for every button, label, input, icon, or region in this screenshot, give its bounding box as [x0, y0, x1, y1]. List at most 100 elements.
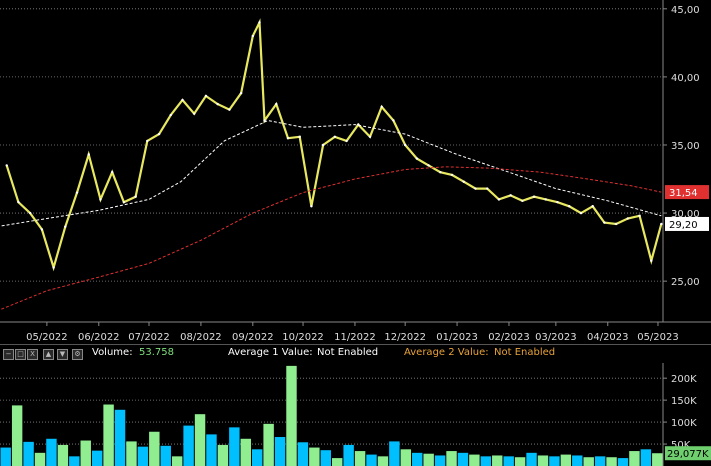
volume-bar [412, 452, 423, 466]
price-point [251, 34, 255, 38]
volume-bar [80, 440, 91, 466]
price-point [544, 198, 548, 201]
volume-bar [354, 451, 366, 466]
price-point [568, 205, 571, 208]
price-point [228, 108, 231, 111]
volume-bar [640, 449, 652, 466]
volume-bar [297, 442, 309, 466]
date-tick-label: 01/2023 [436, 332, 478, 343]
price-point [5, 164, 8, 167]
date-tick-label: 11/2022 [334, 332, 376, 343]
price-point [286, 136, 290, 140]
volume-bar [446, 451, 457, 466]
volume-bar [492, 455, 503, 466]
price-point [64, 225, 67, 228]
volume-bar [229, 427, 240, 466]
price-point [579, 211, 583, 215]
volume-label: Volume: [92, 347, 133, 358]
price-tick-label: 35,00 [671, 141, 700, 152]
date-tick-label: 09/2022 [232, 332, 274, 343]
volume-bar [343, 444, 354, 466]
date-tick-label: 05/2023 [637, 332, 679, 343]
date-tick-label: 08/2022 [180, 332, 222, 343]
price-point [181, 98, 184, 102]
price-point [298, 135, 301, 139]
volume-bar [34, 452, 46, 466]
price-point [275, 102, 278, 106]
price-point [556, 200, 559, 204]
price-point [660, 222, 663, 226]
average-2-label: Average 2 Value: [404, 347, 489, 358]
close-panel-button[interactable]: X [27, 349, 38, 360]
price-point [134, 195, 137, 198]
date-tick-label: 07/2022 [128, 332, 170, 343]
volume-bar [137, 446, 149, 466]
average-1-value: Not Enabled [317, 347, 379, 358]
volume-bar [11, 405, 23, 466]
price-point [439, 171, 442, 174]
volume-bar [389, 441, 400, 466]
price-point [614, 222, 618, 226]
date-tick-label: 06/2022 [78, 332, 120, 343]
volume-bar [594, 456, 606, 466]
price-point [239, 92, 243, 95]
minimize-panel-button[interactable]: − [3, 349, 14, 360]
maximize-panel-button[interactable]: □ [15, 349, 26, 360]
volume-bar [320, 450, 331, 466]
volume-value: 53.758 [139, 347, 174, 358]
price-point [403, 143, 407, 147]
average-1-label: Average 1 Value: [228, 347, 313, 358]
price-point [486, 187, 489, 190]
price-point [310, 205, 313, 208]
volume-bar [114, 409, 126, 466]
volume-bar [126, 441, 137, 466]
price-point [474, 187, 477, 190]
price-tick-label: 45,00 [671, 5, 700, 16]
volume-bar [514, 457, 526, 466]
volume-bar [549, 456, 560, 466]
gear-icon[interactable]: ⚙ [72, 349, 83, 360]
date-tick-label: 02/2023 [488, 332, 530, 343]
volume-bar [560, 454, 572, 466]
move-up-button[interactable]: ▲ [43, 349, 54, 360]
volume-bar [503, 456, 514, 466]
price-point [157, 132, 161, 136]
volume-bar [183, 425, 194, 466]
move-down-button[interactable]: ▼ [57, 349, 68, 360]
volume-bar [251, 449, 263, 466]
price-point [17, 200, 20, 204]
volume-bar [171, 456, 183, 466]
price-point [450, 173, 454, 177]
price-axis-badge-label: 29,20 [669, 220, 698, 231]
price-point [650, 259, 653, 262]
volume-bar [103, 404, 114, 466]
price-chart[interactable]: 45,0040,0035,0030,0025,0031,5429,20 05/2… [0, 0, 711, 344]
volume-bar [400, 449, 412, 466]
volume-chart[interactable]: 200K150K100K50K29,077K [0, 363, 711, 466]
price-point [321, 143, 325, 147]
price-tick-label: 25,00 [671, 277, 700, 288]
price-chart-background [0, 0, 711, 344]
volume-last-badge-label: 29,077K [667, 449, 709, 460]
date-tick-label: 05/2022 [26, 332, 68, 343]
volume-bar [377, 456, 389, 466]
volume-bar [149, 431, 160, 466]
volume-bar [526, 452, 537, 466]
price-point [591, 205, 594, 208]
volume-bar [206, 434, 217, 466]
price-point [521, 199, 524, 203]
price-point [122, 200, 126, 204]
price-point [532, 195, 536, 198]
price-point [427, 164, 430, 167]
volume-tick-label: 200K [671, 374, 697, 385]
volume-bar [434, 455, 446, 466]
volume-bar [263, 423, 274, 466]
price-point [99, 198, 102, 201]
volume-bar [57, 444, 69, 466]
price-point [52, 266, 55, 269]
volume-bar [583, 457, 594, 466]
price-point [497, 198, 501, 201]
price-tick-label: 40,00 [671, 73, 700, 84]
volume-bar [274, 437, 286, 466]
price-axis-badge-label: 31,54 [669, 188, 698, 199]
